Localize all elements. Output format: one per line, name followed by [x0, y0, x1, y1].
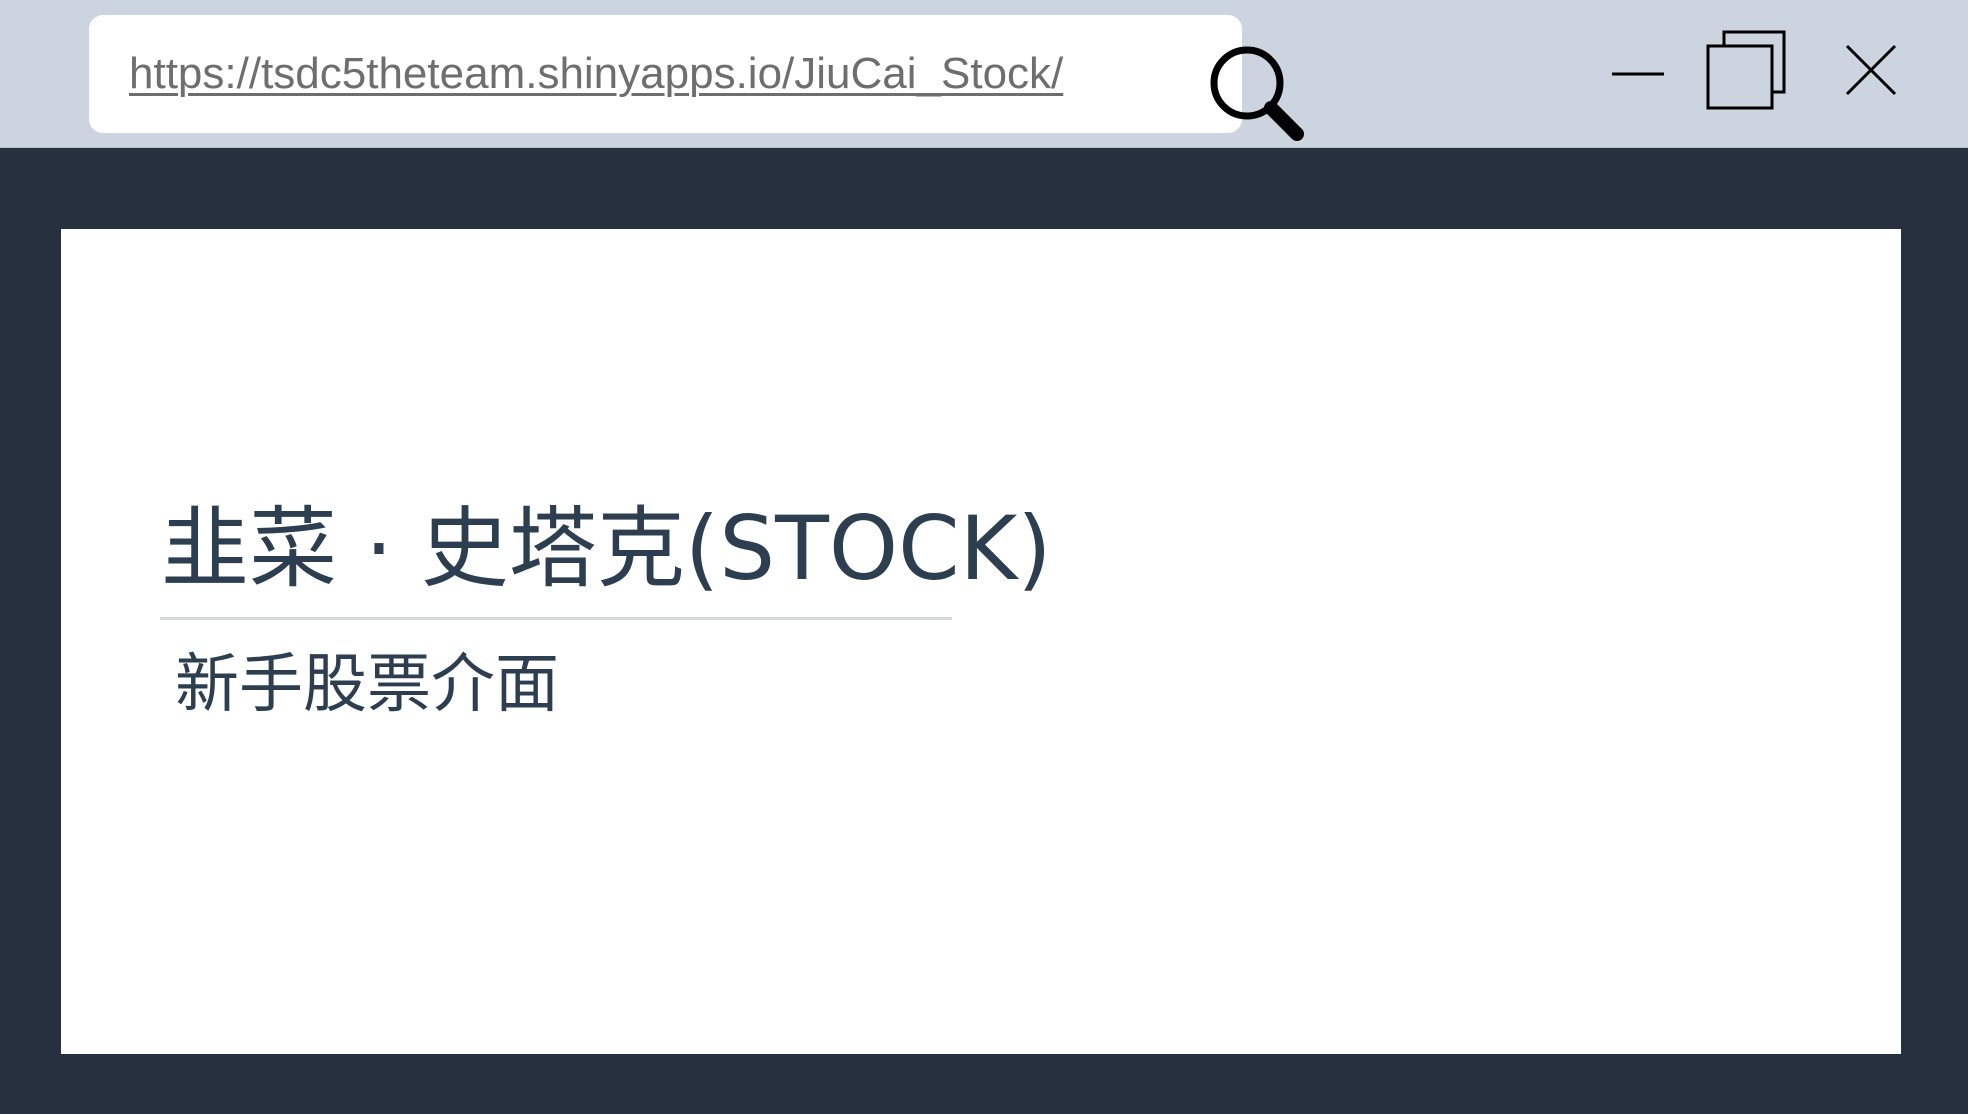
- minimize-icon: [1612, 72, 1664, 76]
- app-content: 韭菜 · 史塔克(STOCK) 新手股票介面: [61, 229, 1901, 1054]
- browser-titlebar: https://tsdc5theteam.shinyapps.io/JiuCai…: [0, 0, 1968, 148]
- search-button[interactable]: [1199, 37, 1307, 145]
- maximize-button[interactable]: [1696, 20, 1796, 120]
- minimize-button[interactable]: [1588, 20, 1688, 120]
- title-divider: [160, 617, 952, 620]
- page-title: 韭菜 · 史塔克(STOCK): [161, 497, 1052, 600]
- url-text[interactable]: https://tsdc5theteam.shinyapps.io/JiuCai…: [129, 15, 1063, 133]
- maximize-icon: [1706, 30, 1786, 110]
- address-bar[interactable]: https://tsdc5theteam.shinyapps.io/JiuCai…: [89, 15, 1304, 141]
- search-icon: [1210, 46, 1304, 141]
- close-button[interactable]: [1821, 20, 1921, 120]
- page-subtitle: 新手股票介面: [175, 648, 559, 722]
- close-icon: [1845, 44, 1897, 96]
